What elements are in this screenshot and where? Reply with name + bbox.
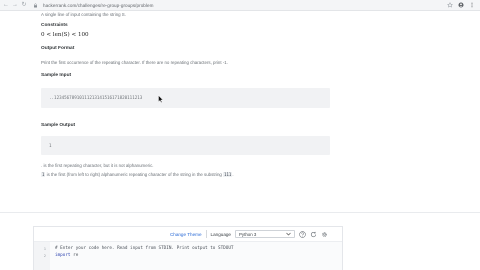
line-number: 1 [43, 245, 46, 251]
menu-dots-icon[interactable] [469, 2, 475, 8]
explanation-line-2: 1 is the first (from left to right) alph… [41, 172, 331, 178]
output-format-heading: Output Format [41, 46, 75, 51]
code-editor-panel: Change Theme Language Python 3 1 # Enter… [33, 226, 343, 270]
code-line[interactable]: 2 import re [34, 252, 342, 258]
language-label: Language [210, 231, 231, 237]
toolbar-separator [205, 230, 207, 238]
reset-icon[interactable] [310, 231, 317, 238]
browser-toolbar: ← → ↻ hackerrank.com/challenges/re-group… [0, 0, 480, 11]
sample-output-heading: Sample Output [41, 123, 76, 128]
code-text: # Enter your code here. Read input from … [55, 245, 234, 251]
code-rest: re [70, 252, 79, 258]
sample-output-text: 1 [49, 143, 52, 148]
constraint-text: 0 < len(S) < 100 [41, 32, 89, 38]
settings-icon[interactable] [321, 231, 328, 238]
line-number: 2 [43, 252, 46, 258]
help-icon[interactable] [299, 230, 306, 238]
code-span: 111 [223, 172, 233, 177]
section-divider [0, 212, 480, 213]
star-icon[interactable] [447, 2, 453, 8]
reload-icon[interactable]: ↻ [21, 2, 27, 8]
nav-buttons: ← → ↻ hackerrank.com/challenges/re-group… [0, 2, 153, 8]
profile-icon[interactable] [458, 2, 464, 8]
code-line[interactable]: 1 # Enter your code here. Read input fro… [34, 245, 342, 251]
sample-input-text: ..12345678910111213141516171820111213 [49, 95, 143, 100]
code-area[interactable]: 1 # Enter your code here. Read input fro… [34, 241, 342, 270]
explanation-line-1: . is the first repeating character, but … [41, 163, 154, 168]
address-bar[interactable]: hackerrank.com/challenges/re-group-group… [43, 3, 153, 8]
editor-toolbar: Change Theme Language Python 3 [34, 227, 342, 241]
code-text: import re [50, 253, 78, 258]
change-theme-link[interactable]: Change Theme [170, 232, 202, 237]
browser-actions [447, 2, 475, 8]
input-description: A single line of input containing the st… [41, 12, 126, 17]
chevron-down-icon [286, 232, 291, 236]
sample-output-box: 1 [41, 136, 330, 155]
forward-icon[interactable]: → [12, 2, 18, 8]
explanation-end: . [232, 172, 234, 177]
sample-input-heading: Sample Input [41, 73, 72, 78]
language-select[interactable]: Python 3 [235, 230, 295, 238]
language-value: Python 3 [239, 231, 257, 237]
sample-input-box: ..12345678910111213141516171820111213 [41, 88, 330, 108]
code-keyword: import [55, 252, 71, 258]
lock-icon [34, 3, 37, 7]
back-icon[interactable]: ← [3, 2, 9, 8]
constraints-heading: Constraints [41, 23, 68, 28]
output-description: Print the first occurrence of the repeat… [41, 60, 228, 65]
mouse-cursor-icon [158, 95, 164, 103]
explanation-text: is the first (from left to right) alphan… [45, 172, 224, 177]
